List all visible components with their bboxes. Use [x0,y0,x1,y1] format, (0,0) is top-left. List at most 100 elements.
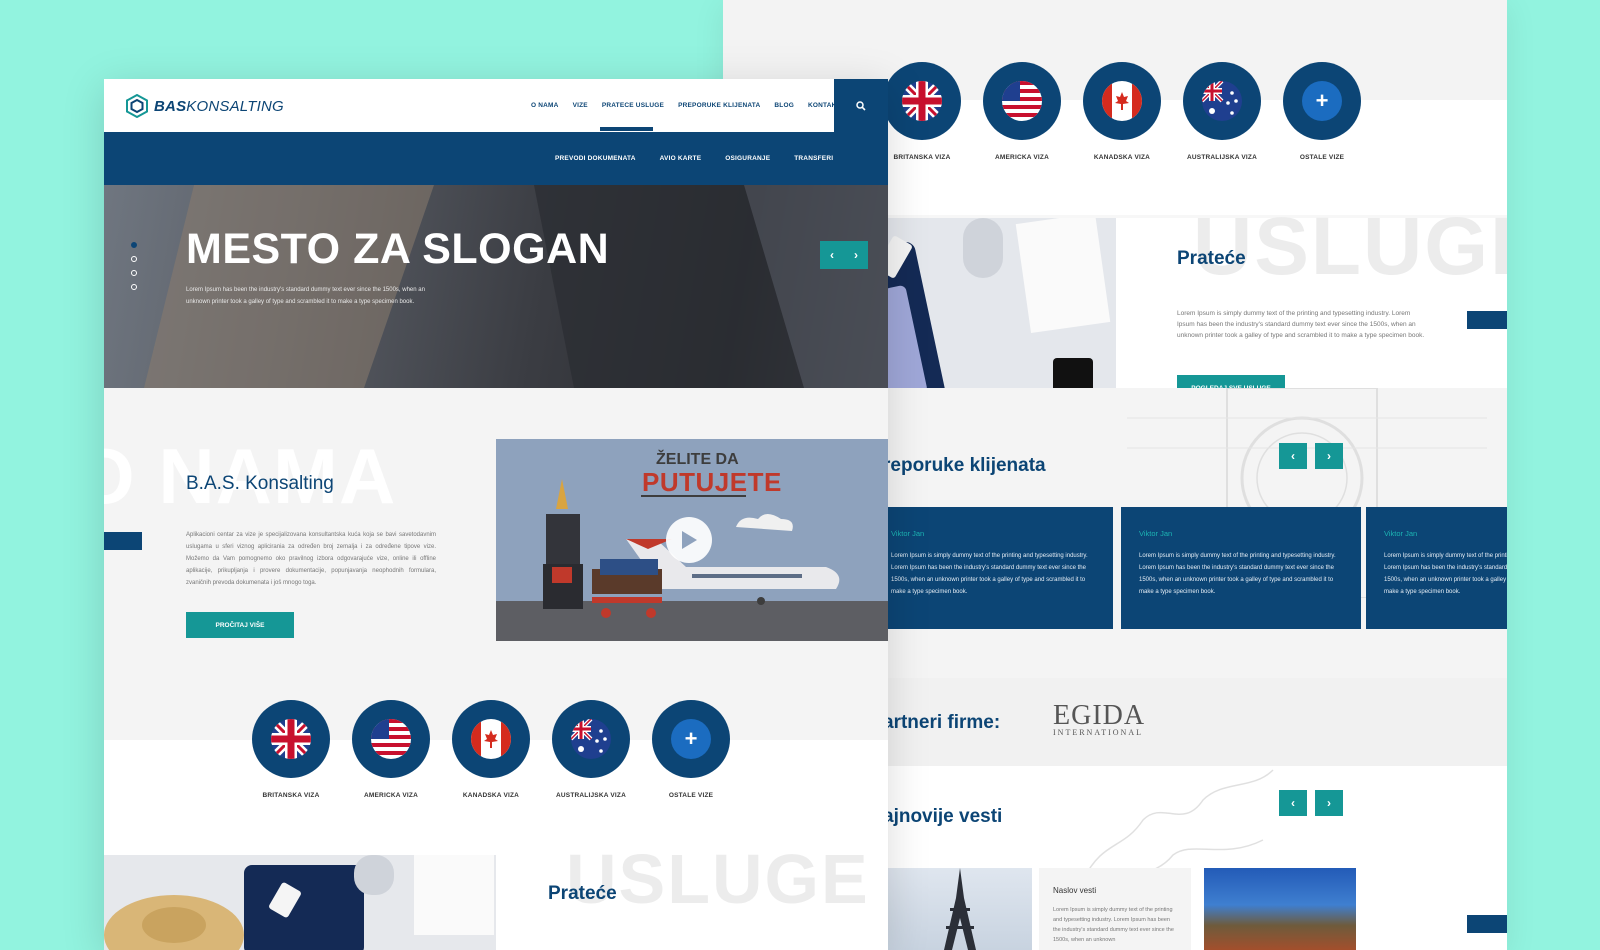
visa-label: AUSTRALIJSKA VIZA [1187,154,1257,161]
visa-circle [552,700,630,778]
front-page-mockup: BASKONSALTING O NAMA VIZE PRATECE USLUGE… [104,79,888,950]
testimonial-author: Viktor Jan [891,529,925,538]
visa-item-us[interactable]: AMERICKA VIZA [352,700,430,799]
accent-bar [1467,915,1507,933]
visa-circle [452,700,530,778]
video-player[interactable]: ŽELITE DA PUTUJETE [496,439,888,641]
uk-flag-icon [271,719,311,759]
australia-flag-icon [571,719,611,759]
prev-arrow-button[interactable]: ‹ [820,241,844,269]
accent-bar [1467,311,1507,329]
services-bg-word: USLUGE [566,840,870,918]
slide-dot[interactable] [131,256,137,262]
news-title: ajnovije vesti [883,806,1003,827]
nav-item-o-nama[interactable]: O NAMA [531,102,559,109]
accent-bar [104,532,142,550]
visa-item-us[interactable]: AMERICKA VIZA [983,62,1061,161]
next-arrow-button[interactable]: › [1315,790,1343,816]
visa-item-au[interactable]: AUSTRALIJSKA VIZA [1183,62,1261,161]
play-button[interactable] [666,517,712,563]
hero-slide-dots [131,242,137,290]
next-arrow-button[interactable]: › [1315,443,1343,469]
testimonial-author: Viktor Jan [1384,529,1418,538]
sub-nav: PREVODI DOKUMENATA AVIO KARTE OSIGURANJE… [104,132,888,185]
partners-title: artneri firme: [883,712,1001,733]
next-arrow-button[interactable]: › [844,241,868,269]
eiffel-tower-icon [944,868,976,950]
us-flag-icon [371,719,411,759]
nav-active-indicator [600,127,653,131]
subnav-item-transferi[interactable]: TRANSFERI [794,155,833,162]
eiffel-tower-photo[interactable] [888,868,1032,950]
hero-arrows: ‹ › [820,241,868,269]
testimonial-card: Viktor Jan Lorem Ipsum is simply dummy t… [873,507,1113,629]
visa-circle [1083,62,1161,140]
logo-bold: BAS [154,97,187,115]
visa-label: AMERICKA VIZA [364,792,418,799]
prev-arrow-button[interactable]: ‹ [1279,443,1307,469]
australia-flag-icon [1202,81,1242,121]
visa-item-ca[interactable]: KANADSKA VIZA [1083,62,1161,161]
subnav-item-prevodi[interactable]: PREVODI DOKUMENATA [555,155,636,162]
testimonials-arrows: ‹ › [1279,443,1343,469]
services-title: Prateće [1177,248,1246,269]
testimonial-text: Lorem Ipsum is simply dummy text of the … [1384,553,1507,595]
visa-circle [1183,62,1261,140]
slide-dot[interactable] [131,270,137,276]
canada-flag-icon [1102,81,1142,121]
services-description: Lorem Ipsum is simply dummy text of the … [1177,310,1425,339]
slide-dot[interactable] [131,284,137,290]
visa-item-other[interactable]: + OSTALE VIZE [1283,62,1361,161]
visa-label: KANADSKA VIZA [462,792,520,799]
hero-subtitle: Lorem Ipsum has been the industry's stan… [186,287,425,305]
us-flag-icon [1002,81,1042,121]
visa-label: BRITANSKA VIZA [262,792,320,799]
hexagon-logo-icon [126,94,148,118]
visa-circle [252,700,330,778]
plus-icon: + [671,719,711,759]
subnav-item-avio-karte[interactable]: AVIO KARTE [660,155,702,162]
egida-logo[interactable]: EGIDA INTERNATIONAL [1053,700,1145,737]
testimonial-card: Viktor Jan Lorem Ipsum is simply dummy t… [1366,507,1507,629]
services-title: Prateće [548,883,617,904]
egida-logo-sub: INTERNATIONAL [1053,728,1143,737]
visa-circle [983,62,1061,140]
news-arrows: ‹ › [1279,790,1343,816]
visa-label: KANADSKA VIZA [1093,154,1151,161]
prev-arrow-button[interactable]: ‹ [1279,790,1307,816]
visa-item-uk[interactable]: BRITANSKA VIZA [252,700,330,799]
visa-circle [352,700,430,778]
nav-item-preporuke[interactable]: PREPORUKE KLIJENATA [678,102,760,109]
site-logo[interactable]: BASKONSALTING [126,94,284,118]
read-more-button[interactable]: PROČITAJ VIŠE [186,612,294,638]
visa-label: AMERICKA VIZA [995,154,1049,161]
visa-label: BRITANSKA VIZA [893,154,951,161]
visa-item-other[interactable]: + OSTALE VIZE [652,700,730,799]
visa-circle [883,62,961,140]
testimonial-text: Lorem Ipsum is simply dummy text of the … [891,553,1088,595]
visa-item-au[interactable]: AUSTRALIJSKA VIZA [552,700,630,799]
coastal-city-photo[interactable] [1204,868,1356,950]
subnav-item-osiguranje[interactable]: OSIGURANJE [725,155,770,162]
visa-label: AUSTRALIJSKA VIZA [556,792,626,799]
nav-item-pratece-usluge[interactable]: PRATECE USLUGE [602,102,664,109]
hero-title: MESTO ZA SLOGAN [186,225,610,273]
logo-text: BASKONSALTING [154,98,284,115]
news-card[interactable]: Naslov vesti Lorem Ipsum is simply dummy… [1039,868,1191,950]
slide-dot[interactable] [131,242,137,248]
testimonials-title: reporuke klijenata [883,455,1046,476]
logo-light: KONSALTING [186,97,284,115]
nav-item-blog[interactable]: BLOG [774,102,794,109]
play-icon [682,531,697,549]
plus-icon: + [1302,81,1342,121]
suitcase-photo [104,855,496,950]
visa-item-uk[interactable]: BRITANSKA VIZA [883,62,961,161]
visa-item-ca[interactable]: KANADSKA VIZA [452,700,530,799]
back-visa-flags: BRITANSKA VIZA AMERICKA VIZA KANADSKA VI… [883,62,1361,161]
search-button[interactable] [834,79,888,132]
news-card-text: Lorem Ipsum is simply dummy text of the … [1053,907,1174,943]
visa-label: OSTALE VIZE [668,792,714,799]
nav-item-vize[interactable]: VIZE [573,102,588,109]
testimonial-author: Viktor Jan [1139,529,1173,538]
visa-circle: + [652,700,730,778]
